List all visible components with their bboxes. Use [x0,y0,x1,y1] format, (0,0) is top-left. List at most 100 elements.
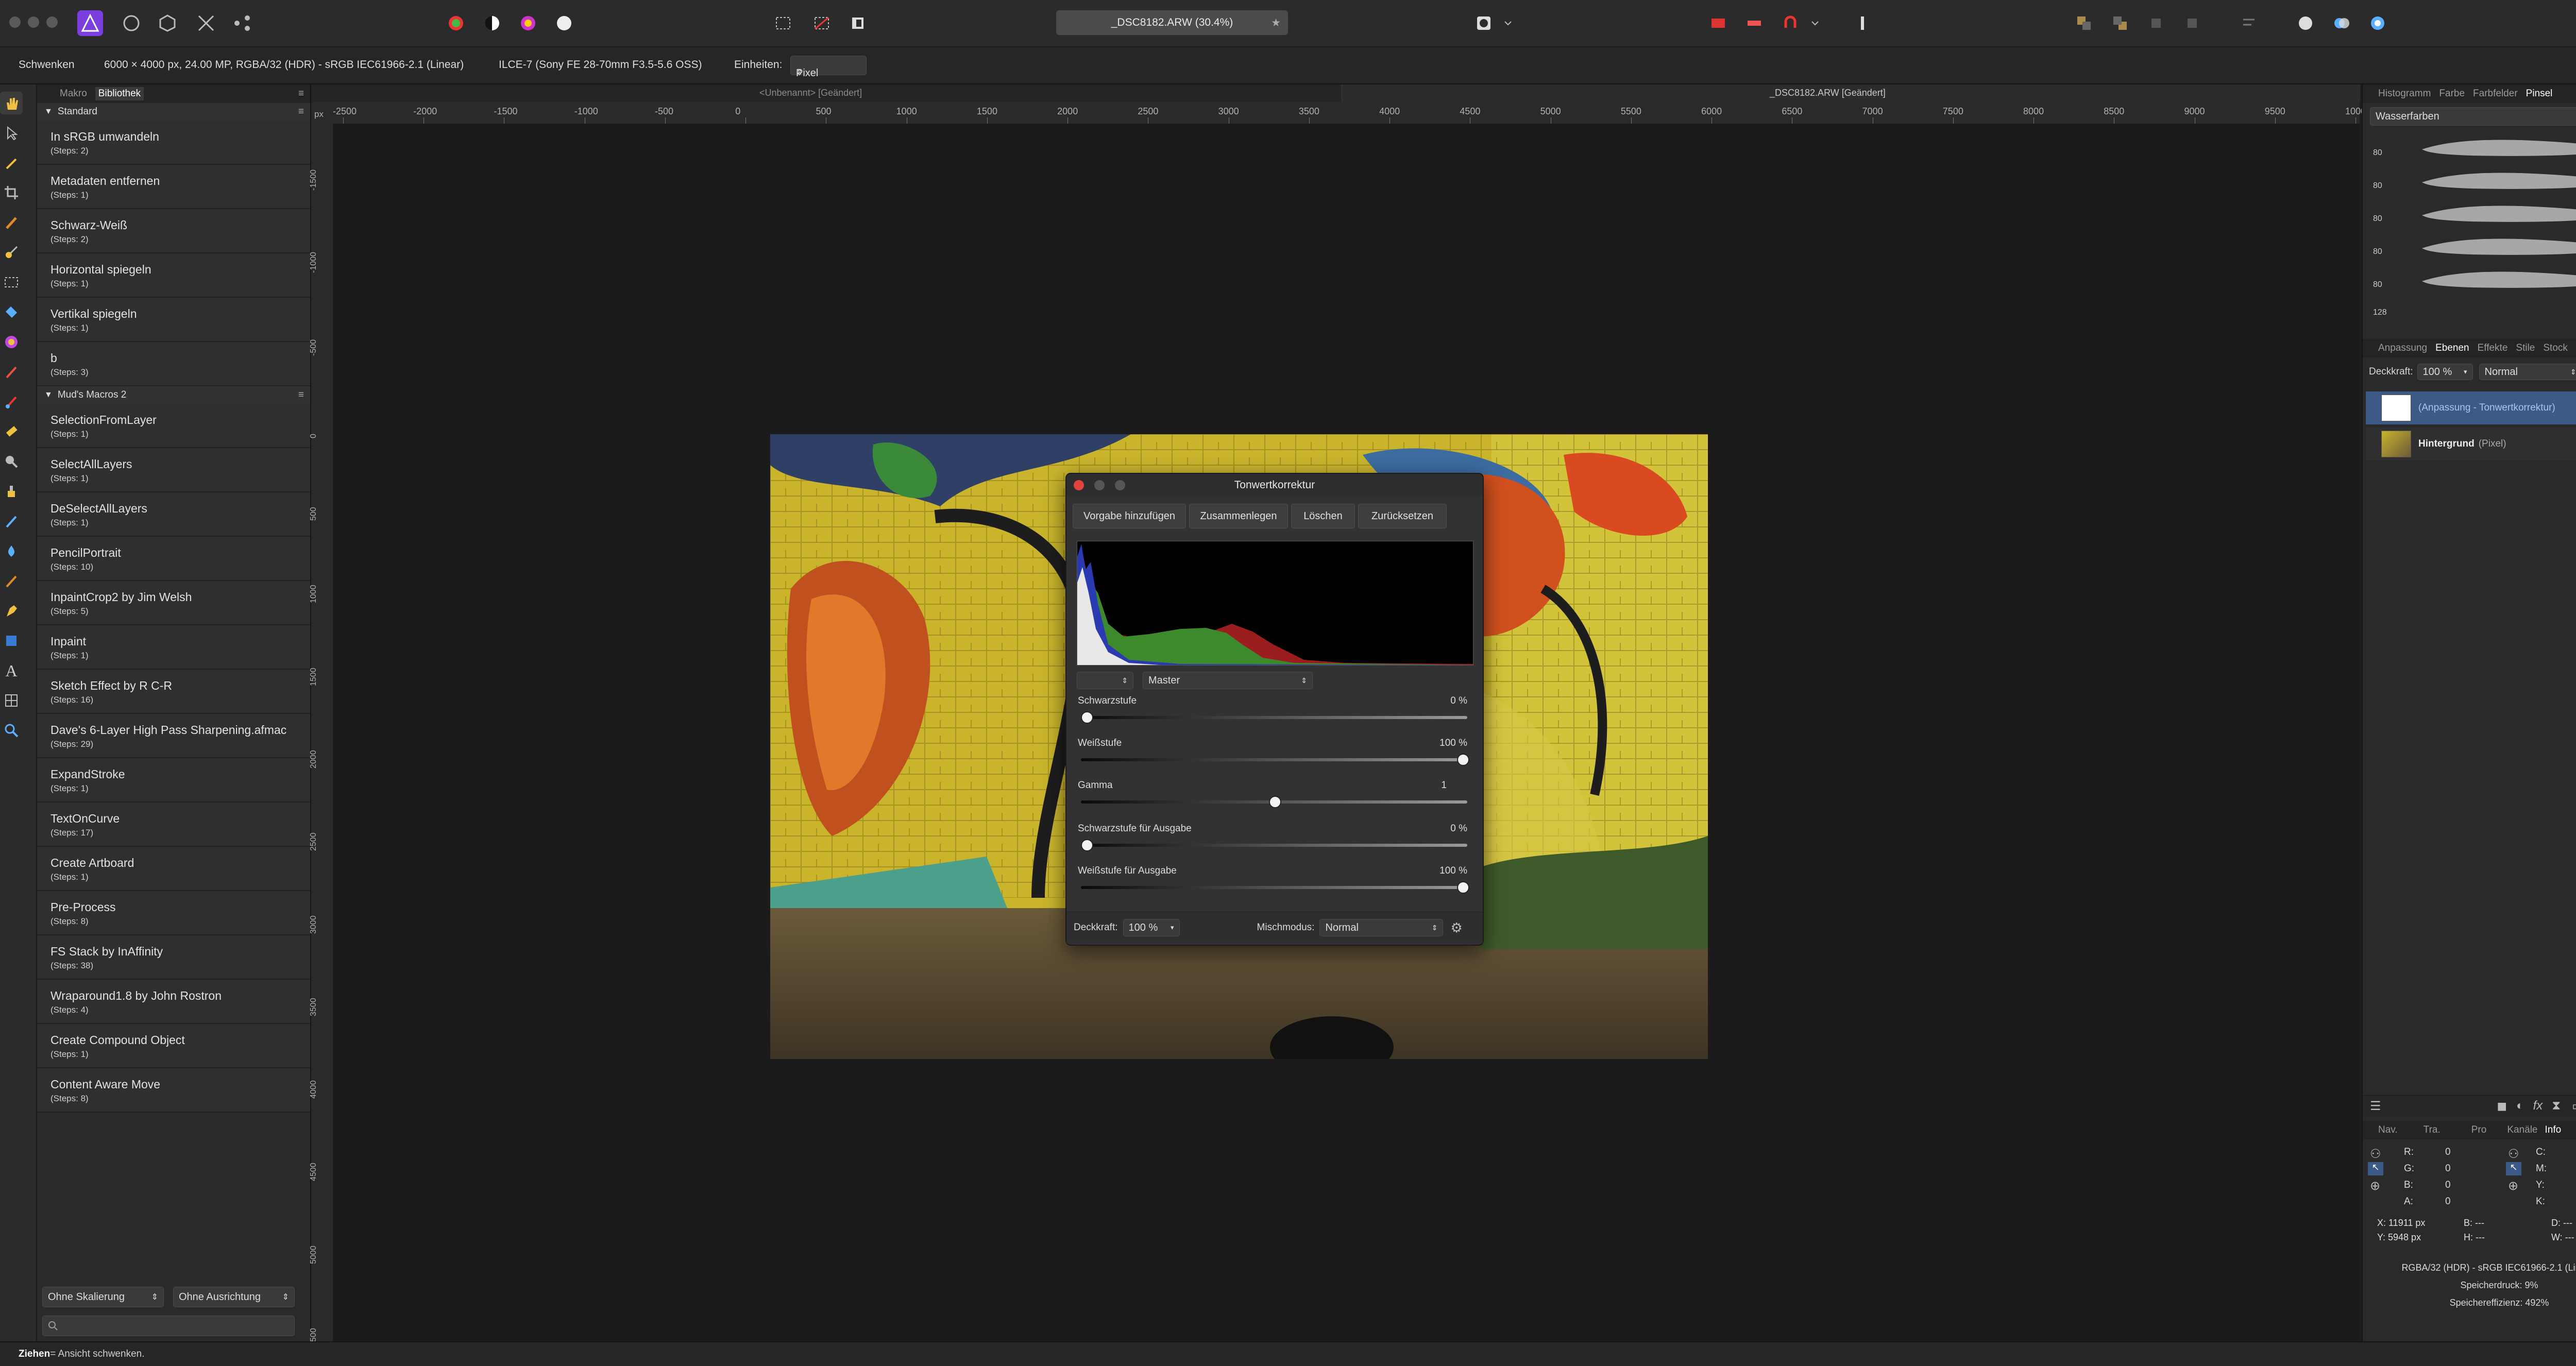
output-black-knob[interactable] [1081,839,1093,851]
flood-select-tool-icon[interactable] [0,241,23,264]
tab-transform[interactable]: Tra. [2424,1124,2441,1136]
tab-color[interactable]: Farbe [2439,88,2465,99]
tab-swatches[interactable]: Farbfelder [2473,88,2518,99]
invert-selection-icon[interactable] [845,10,871,36]
auto-contrast-icon[interactable] [479,10,505,36]
tone-mapping-persona-icon[interactable] [193,10,219,36]
blur-brush-tool-icon[interactable] [0,540,23,562]
text-tool-icon[interactable]: A [0,659,23,682]
macro-item[interactable]: In sRGB umwandeln (Steps: 2) [37,121,310,165]
brush-preset[interactable]: 80 [2363,262,2576,295]
units-select[interactable]: Pixel ⇕ [790,56,867,79]
dodge-tool-icon[interactable] [0,450,23,473]
reset-button[interactable]: Zurücksetzen [1358,504,1447,528]
selection-mode-icon[interactable] [770,10,796,36]
auto-colors-icon[interactable] [515,10,541,36]
macro-item[interactable]: PencilPortrait (Steps: 10) [37,537,310,581]
favorite-star-icon[interactable]: ★ [1271,16,1281,29]
macro-item[interactable]: Metadaten entfernen (Steps: 1) [37,165,310,209]
minimize-window-button[interactable] [28,16,39,28]
document-tab[interactable]: _DSC8182.ARW (30.4%) ★ [1056,10,1288,35]
black-level-knob[interactable] [1081,711,1093,724]
pointer-icon[interactable]: ↖ [2506,1162,2521,1175]
smudge-brush-tool-icon[interactable] [0,570,23,592]
vertical-ruler[interactable]: -1500 -1000 -500 0 500 1000 1500 2000 2500 3000 35… [309,124,333,1346]
gamma-track[interactable] [1081,796,1467,808]
macro-item[interactable]: SelectionFromLayer (Steps: 1) [37,404,310,448]
layer-opacity-select[interactable]: 100 % ▾ [2417,364,2473,380]
mask-layer-icon[interactable]: ◼ [2497,1099,2507,1114]
color-picker-tool-icon[interactable] [0,151,23,174]
macro-item[interactable]: Inpaint (Steps: 1) [37,625,310,670]
brush-category-select[interactable]: Wasserfarben ⇕ [2370,107,2576,126]
macro-item[interactable]: Content Aware Move (Steps: 8) [37,1068,310,1113]
merge-button[interactable]: Zusammenlegen [1189,504,1288,528]
tab-adjustments[interactable]: Anpassung [2378,343,2427,354]
gear-icon[interactable]: ⚙ [1450,920,1462,936]
help-icon[interactable] [2365,10,2391,36]
auto-levels-icon[interactable] [443,10,469,36]
delete-button[interactable]: Löschen [1291,504,1355,528]
selection-brush-tool-icon[interactable] [0,211,23,234]
tab-bibliothek[interactable]: Bibliothek [95,87,144,100]
develop-persona-icon[interactable] [155,10,180,36]
share-icon[interactable] [2329,10,2354,36]
arrange-forward-icon[interactable] [2143,10,2169,36]
export-persona-icon[interactable] [229,10,255,36]
layers-stack-icon[interactable]: ☰ [2370,1099,2381,1114]
arrange-front-icon[interactable] [2107,10,2133,36]
brush-preset[interactable]: 80 [2363,229,2576,262]
black-level-track[interactable] [1081,711,1467,724]
erase-brush-tool-icon[interactable] [0,420,23,443]
adjustment-layer-icon[interactable]: ◐ [2516,1099,2524,1113]
macro-item[interactable]: Vertikal spiegeln (Steps: 1) [37,298,310,342]
tab-history[interactable]: Pro [2471,1124,2487,1136]
macro-item[interactable]: FS Stack by InAffinity (Steps: 38) [37,935,310,980]
tab-info[interactable]: Info [2545,1124,2562,1136]
scaling-select[interactable]: Ohne Skalierung ⇕ [42,1287,164,1307]
paint-brush-tool-icon[interactable] [0,361,23,383]
macro-item[interactable]: TextOnCurve (Steps: 17) [37,802,310,847]
snapping-options-chevron-icon[interactable] [1807,10,1823,36]
alignment-select[interactable]: Ohne Ausrichtung ⇕ [173,1287,295,1307]
liquify-persona-icon[interactable] [118,10,144,36]
macro-item[interactable]: InpaintCrop2 by Jim Welsh (Steps: 5) [37,581,310,625]
brush-preset[interactable]: 128 [2363,295,2576,328]
add-preset-button[interactable]: Vorgabe hinzufügen [1073,504,1186,528]
disclosure-triangle-icon[interactable]: ▼ [44,107,53,116]
layer-blend-select[interactable]: Normal ⇕ [2479,364,2576,380]
group-menu-icon[interactable]: ≡ [298,389,304,401]
output-black-value[interactable]: 0 % [1450,823,1467,834]
rectangle-tool-icon[interactable] [0,629,23,652]
macro-item[interactable]: Horizontal spiegeln (Steps: 1) [37,253,310,298]
macro-item[interactable]: Schwarz-Weiß (Steps: 2) [37,209,310,253]
assistant-icon[interactable] [1741,10,1767,36]
personas-studio-icon[interactable] [2293,10,2318,36]
macro-item[interactable]: ExpandStroke (Steps: 1) [37,758,310,802]
white-level-knob[interactable] [1457,754,1469,766]
macro-item[interactable]: Create Artboard (Steps: 1) [37,847,310,891]
macro-group-muds-macros[interactable]: ▼ Mud's Macros 2 ≡ [37,386,310,404]
auto-white-balance-icon[interactable] [551,10,577,36]
crop-tool-icon[interactable] [0,181,23,204]
pointer-icon[interactable]: ↖ [2368,1162,2383,1175]
layer-levels-adjustment[interactable]: (Anpassung - Tonwertkorrektur) ✓ [2366,391,2576,424]
brush-preset[interactable]: 80 [2363,130,2576,163]
inpainting-brush-tool-icon[interactable] [0,510,23,533]
white-level-value[interactable]: 100 % [1439,738,1467,749]
group-menu-icon[interactable]: ≡ [298,106,304,117]
tab-histogram[interactable]: Histogramm [2378,88,2431,99]
tab-effects[interactable]: Effekte [2478,343,2508,354]
macro-item[interactable]: DeSelectAllLayers (Steps: 1) [37,492,310,537]
live-filter-icon[interactable]: ⧗ [2552,1099,2561,1113]
deselect-icon[interactable] [809,10,835,36]
zoom-tool-icon[interactable] [0,719,23,742]
output-white-knob[interactable] [1457,881,1469,894]
output-black-track[interactable] [1081,839,1467,851]
disclosure-triangle-icon[interactable]: ▼ [44,390,53,400]
tab-channels[interactable]: Kanäle [2507,1124,2537,1136]
brush-preset[interactable]: 80 [2363,163,2576,196]
magnet-icon[interactable] [1777,10,1803,36]
canvas-tab-untitled[interactable]: <Unbenannt> [Geändert] [759,88,862,98]
pencil-context-icon[interactable] [1850,10,1875,36]
